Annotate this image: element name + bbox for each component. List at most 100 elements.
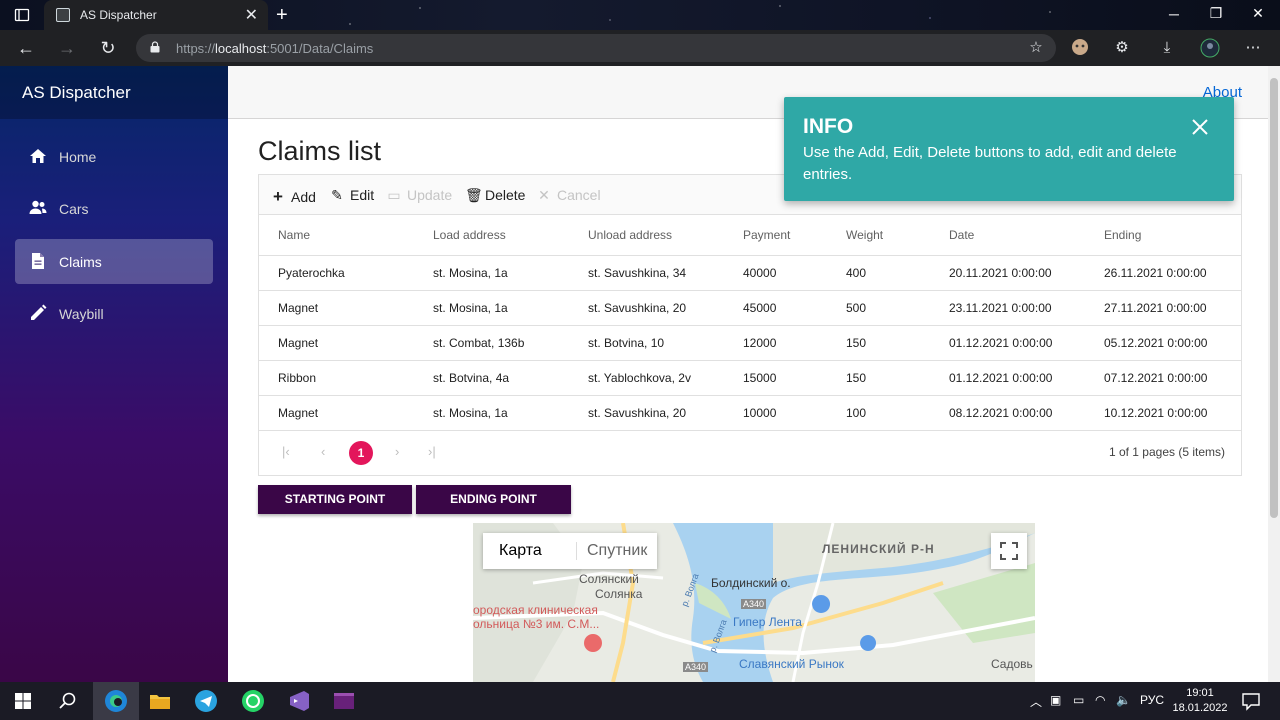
claims-table: Name Load address Unload address Payment… [259,216,1241,431]
close-tab-icon[interactable]: ✕ [245,5,258,25]
table-row[interactable]: Pyaterochka st. Mosina, 1a st. Savushkina,… [259,255,1241,291]
edge-icon[interactable] [103,688,129,714]
fullscreen-icon[interactable] [991,533,1027,569]
new-tab-icon[interactable]: + [276,4,288,27]
tray-chevron-icon[interactable]: ︿ [1030,693,1042,710]
sidebar-item-label: Claims [59,254,102,270]
table-cell: 20.11.2021 0:00:00 [930,255,1085,291]
search-icon[interactable] [55,688,81,714]
table-cell: st. Combat, 136b [414,325,569,361]
delete-button[interactable]: 🗑 Delete [465,187,525,204]
column-header[interactable]: Weight [827,216,930,256]
starting-point-button[interactable]: STARTING POINT [258,485,412,514]
notifications-icon[interactable] [1238,688,1264,714]
volume-icon[interactable]: 🔈 [1116,693,1131,707]
address-bar[interactable]: https://localhost:5001/Data/Claims [136,34,1056,62]
table-row[interactable]: Magnet st. Combat, 136b st. Botvina, 10 120… [259,325,1241,361]
whatsapp-icon[interactable] [240,688,266,714]
battery-icon[interactable]: ▭ [1073,693,1084,707]
sidebar-item-cars[interactable]: Cars [15,186,213,231]
add-button[interactable]: + Add [271,187,316,207]
minimize-icon[interactable]: ─ [1164,6,1184,22]
page-favicon-icon [56,8,70,22]
table-row[interactable]: Magnet st. Mosina, 1a st. Savushkina, 20 45… [259,290,1241,326]
map-type-map-button[interactable]: Карта [499,542,542,560]
table-cell: 27.11.2021 0:00:00 [1085,290,1241,326]
cancel-button[interactable]: ✕ Cancel [537,187,600,204]
map[interactable]: Карта Спутник ЛЕНИНСКИЙ Р-Н Солянский Со… [473,523,1035,682]
extension-avatar-icon[interactable] [1070,38,1090,58]
reload-icon[interactable]: ↻ [96,36,120,60]
table-cell: 400 [827,255,930,291]
app-brand[interactable]: AS Dispatcher [0,66,228,119]
maximize-icon[interactable]: ❐ [1206,5,1226,22]
sidebar-item-label: Cars [59,201,89,217]
telegram-icon[interactable] [193,688,219,714]
column-header[interactable]: Unload address [569,216,724,256]
update-button[interactable]: ▭ Update [387,187,452,204]
more-menu-icon[interactable]: ⋯ [1243,38,1263,58]
lock-icon [150,41,160,53]
language-indicator[interactable]: РУС [1140,693,1164,707]
map-label: А340 [741,599,767,609]
edit-button[interactable]: ✎ Edit [330,187,374,204]
table-cell: 500 [827,290,930,326]
claims-grid: + Add ✎ Edit ▭ Update 🗑 Delete ✕ Cancel Name … [258,174,1242,476]
sidebar-item-claims[interactable]: Claims [15,239,213,284]
ending-point-button[interactable]: ENDING POINT [416,485,571,514]
pencil-icon [31,304,47,320]
table-cell: st. Botvina, 4a [414,360,569,396]
close-window-icon[interactable]: ✕ [1248,5,1268,22]
scrollbar-thumb[interactable] [1270,78,1278,518]
toast-message: Use the Add, Edit, Delete buttons to add… [803,144,1177,183]
table-cell: Magnet [259,325,414,361]
back-icon[interactable]: ← [14,36,38,60]
toast-title: INFO [803,115,854,138]
table-cell: st. Mosina, 1a [414,290,569,326]
file-explorer-icon[interactable] [147,688,173,714]
current-page-button[interactable]: 1 [349,441,373,465]
map-label: ольница №3 им. С.М... [473,617,600,631]
downloads-icon[interactable]: ⤓ [1157,38,1177,58]
tray-app-icon[interactable]: ▣ [1050,693,1061,707]
taskbar: ︿ ▣ ▭ ◠ 🔈 РУС 19:01 18.01.2022 [0,682,1280,720]
column-header[interactable]: Name [259,216,414,256]
browser-toolbar: ← → ↻ https://localhost:5001/Data/Claims… [0,30,1280,66]
table-cell: Magnet [259,395,414,431]
browser-tab[interactable]: AS Dispatcher ✕ [44,0,268,30]
prev-page-icon[interactable]: ‹ [321,444,325,459]
tab-actions-icon[interactable] [14,7,30,23]
browser-tab-strip: AS Dispatcher ✕ + ─ ❐ ✕ [0,0,1280,30]
trash-icon: 🗑 [465,187,483,203]
profile-avatar[interactable] [1200,38,1220,58]
column-header[interactable]: Ending [1085,216,1241,256]
sidebar-item-label: Home [59,149,97,165]
sidebar-item-home[interactable]: Home [15,134,213,179]
add-favorite-icon[interactable]: ☆ [1026,38,1046,58]
column-header[interactable]: Load address [414,216,569,256]
map-type-satellite-button[interactable]: Спутник [576,542,647,560]
users-icon [29,200,47,214]
table-cell: st. Savushkina, 20 [569,395,724,431]
table-row[interactable]: Ribbon st. Botvina, 4a st. Yablochkova, 2v… [259,360,1241,396]
wifi-icon[interactable]: ◠ [1095,693,1105,707]
table-row[interactable]: Magnet st. Mosina, 1a st. Savushkina, 20 10… [259,395,1241,431]
start-icon[interactable] [10,688,36,714]
sidebar-item-waybill[interactable]: Waybill [15,291,213,336]
first-page-icon[interactable]: |‹ [282,444,290,459]
column-header[interactable]: Payment [724,216,827,256]
plus-icon: + [273,187,283,206]
table-cell: 45000 [724,290,827,326]
close-icon[interactable] [1190,117,1210,137]
next-page-icon[interactable]: › [395,444,399,459]
page-scrollbar[interactable] [1268,66,1280,682]
extensions-icon[interactable]: ⚙ [1112,38,1132,58]
map-label: Болдинский о. [711,576,791,590]
terminal-icon[interactable] [331,688,357,714]
last-page-icon[interactable]: ›| [428,444,436,459]
pager: |‹ ‹ 1 › ›| 1 of 1 pages (5 items) [259,430,1241,475]
visual-studio-icon[interactable] [286,688,312,714]
column-header[interactable]: Date [930,216,1085,256]
clock[interactable]: 19:01 18.01.2022 [1170,686,1230,716]
forward-icon[interactable]: → [55,36,79,60]
